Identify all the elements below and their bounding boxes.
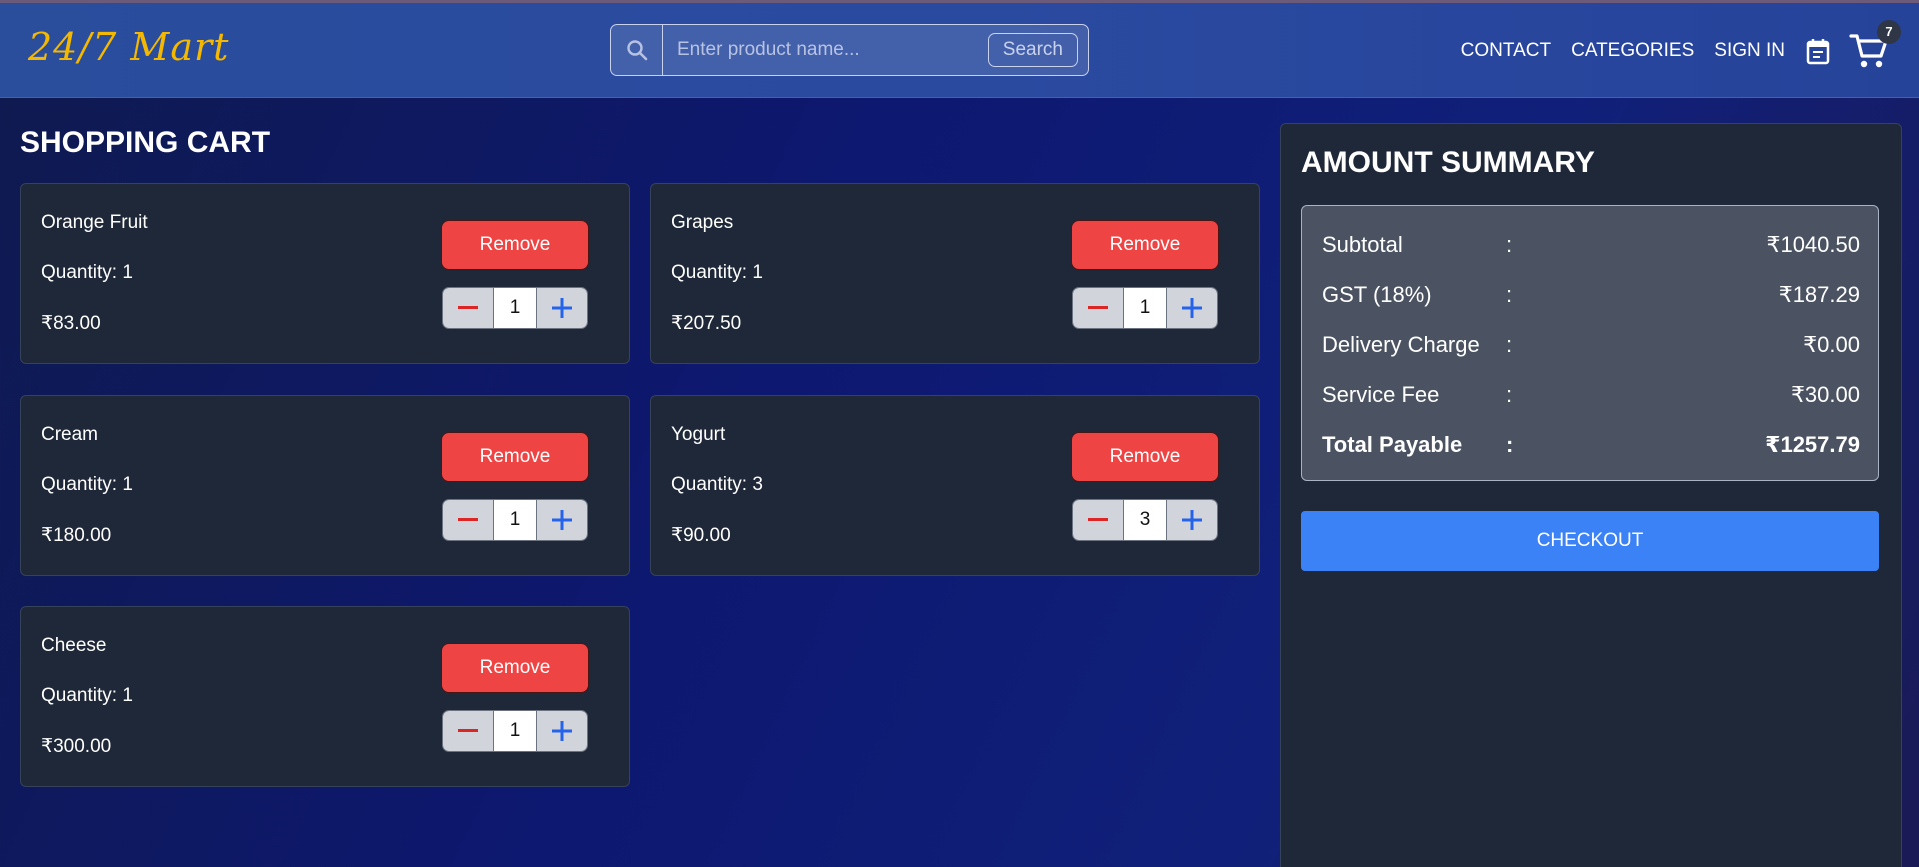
product-quantity: Quantity: 1 (41, 262, 133, 283)
product-quantity: Quantity: 1 (41, 474, 133, 495)
search-icon[interactable] (611, 25, 663, 75)
quantity-value[interactable]: 1 (494, 288, 536, 328)
summary-label: Delivery Charge (1322, 332, 1480, 357)
summary-colon: : (1506, 282, 1513, 307)
nav-links: CONTACT CATEGORIES SIGN IN 7 (1461, 3, 1919, 98)
summary-value: ₹30.00 (1790, 382, 1860, 407)
summary-row-total: Total Payable : ₹1257.79 (1322, 432, 1860, 462)
plus-icon[interactable] (1166, 288, 1217, 328)
product-price: ₹300.00 (41, 736, 112, 757)
summary-row-delivery: Delivery Charge : ₹0.00 (1322, 332, 1860, 362)
summary-value: ₹1257.79 (1765, 432, 1860, 457)
summary-value: ₹0.00 (1803, 332, 1860, 357)
quantity-stepper: 1 (442, 287, 588, 329)
summary-colon: : (1506, 382, 1513, 407)
summary-row-service-fee: Service Fee : ₹30.00 (1322, 382, 1860, 412)
product-name: Cheese (41, 635, 107, 656)
cart-item-card: Cheese Quantity: 1 ₹300.00 Remove 1 (20, 606, 630, 787)
remove-button[interactable]: Remove (441, 643, 589, 693)
remove-button[interactable]: Remove (441, 432, 589, 482)
nav-contact[interactable]: CONTACT (1461, 40, 1551, 62)
plus-icon[interactable] (536, 288, 587, 328)
summary-label: GST (18%) (1322, 282, 1432, 307)
cart-item-card: Grapes Quantity: 1 ₹207.50 Remove 1 (650, 183, 1260, 364)
remove-button[interactable]: Remove (1071, 432, 1219, 482)
remove-button[interactable]: Remove (1071, 220, 1219, 270)
quantity-stepper: 1 (442, 710, 588, 752)
navbar: 24/7 Mart Search CONTACT CATEGORIES SIGN… (0, 3, 1919, 98)
summary-row-gst: GST (18%) : ₹187.29 (1322, 282, 1860, 312)
product-quantity: Quantity: 3 (671, 474, 763, 495)
summary-label: Total Payable (1322, 432, 1463, 457)
remove-button[interactable]: Remove (441, 220, 589, 270)
plus-icon[interactable] (1166, 500, 1217, 540)
minus-icon[interactable] (443, 288, 494, 328)
summary-label: Service Fee (1322, 382, 1440, 407)
amount-summary-panel: AMOUNT SUMMARY Subtotal : ₹1040.50 GST (… (1280, 123, 1902, 867)
summary-colon: : (1506, 232, 1513, 257)
product-price: ₹90.00 (671, 525, 731, 546)
summary-row-subtotal: Subtotal : ₹1040.50 (1322, 232, 1860, 262)
summary-colon: : (1506, 332, 1513, 357)
product-price: ₹83.00 (41, 313, 101, 334)
search-button[interactable]: Search (987, 33, 1078, 67)
product-name: Orange Fruit (41, 212, 148, 233)
summary-title: AMOUNT SUMMARY (1301, 146, 1595, 179)
summary-table: Subtotal : ₹1040.50 GST (18%) : ₹187.29 … (1301, 205, 1879, 481)
page-title: SHOPPING CART (20, 126, 271, 159)
summary-label: Subtotal (1322, 232, 1403, 257)
cart-item-card: Orange Fruit Quantity: 1 ₹83.00 Remove 1 (20, 183, 630, 364)
quantity-stepper: 1 (1072, 287, 1218, 329)
summary-colon: : (1506, 432, 1514, 457)
search-input[interactable] (663, 39, 988, 61)
minus-icon[interactable] (1073, 500, 1124, 540)
plus-icon[interactable] (536, 500, 587, 540)
quantity-value[interactable]: 1 (494, 500, 536, 540)
cart-item-card: Cream Quantity: 1 ₹180.00 Remove 1 (20, 395, 630, 576)
nav-categories[interactable]: CATEGORIES (1571, 40, 1694, 62)
cart-item-card: Yogurt Quantity: 3 ₹90.00 Remove 3 (650, 395, 1260, 576)
cart-count-badge: 7 (1877, 19, 1901, 44)
minus-icon[interactable] (443, 711, 494, 751)
product-quantity: Quantity: 1 (671, 262, 763, 283)
quantity-stepper: 1 (442, 499, 588, 541)
summary-value: ₹187.29 (1778, 282, 1860, 307)
quantity-value[interactable]: 3 (1124, 500, 1166, 540)
product-quantity: Quantity: 1 (41, 685, 133, 706)
summary-value: ₹1040.50 (1766, 232, 1860, 257)
minus-icon[interactable] (443, 500, 494, 540)
search-bar: Search (610, 24, 1089, 76)
product-price: ₹180.00 (41, 525, 112, 546)
nav-sign-in[interactable]: SIGN IN (1714, 40, 1785, 62)
quantity-value[interactable]: 1 (1124, 288, 1166, 328)
quantity-stepper: 3 (1072, 499, 1218, 541)
plus-icon[interactable] (536, 711, 587, 751)
logo[interactable]: 24/7 Mart (28, 25, 229, 69)
cart-icon[interactable]: 7 (1849, 19, 1901, 70)
calendar-icon[interactable] (1805, 37, 1831, 65)
product-name: Yogurt (671, 424, 726, 445)
product-name: Grapes (671, 212, 734, 233)
quantity-value[interactable]: 1 (494, 711, 536, 751)
minus-icon[interactable] (1073, 288, 1124, 328)
checkout-button[interactable]: CHECKOUT (1301, 511, 1879, 571)
product-name: Cream (41, 424, 99, 445)
product-price: ₹207.50 (671, 313, 742, 334)
